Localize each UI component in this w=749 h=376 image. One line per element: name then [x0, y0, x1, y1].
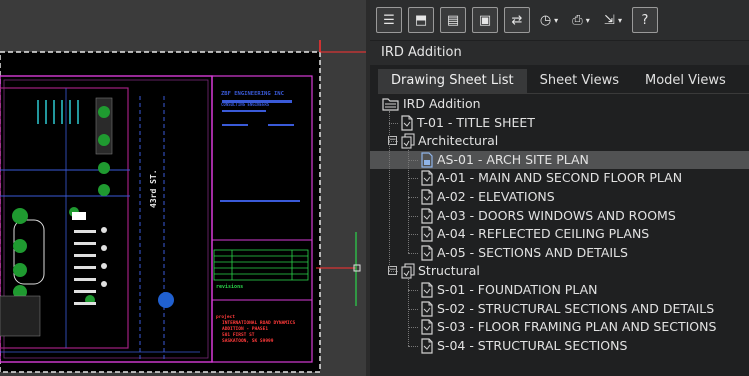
drawing-canvas[interactable]: ZBF ENGINEERING INC CONSULTING ENGINEERS…: [0, 0, 366, 376]
sheet-set-name[interactable]: IRD Addition: [370, 41, 749, 65]
tab-drawing-sheet-list[interactable]: Drawing Sheet List: [378, 69, 527, 93]
tree-item-label: AS-01 - ARCH SITE PLAN: [437, 151, 589, 167]
dropdown-caret-icon: ▾: [617, 15, 622, 25]
tree-sheet-row[interactable]: S-02 - STRUCTURAL SECTIONS AND DETAILS: [370, 300, 749, 318]
tree-item-label: T-01 - TITLE SHEET: [417, 114, 535, 130]
tree-root-row[interactable]: IRD Addition: [370, 95, 749, 113]
tree-connector: [408, 234, 418, 236]
sheet-layout-icon: ▤: [446, 12, 460, 28]
tab-sheet-views[interactable]: Sheet Views: [527, 69, 632, 93]
tree-connector: [408, 308, 418, 310]
tab-model-views[interactable]: Model Views: [632, 69, 739, 93]
tree-sheet-row[interactable]: S-03 - FLOOR FRAMING PLAN AND SECTIONS: [370, 318, 749, 336]
tree-connector: [408, 278, 409, 346]
tree-item-label: S-02 - STRUCTURAL SECTIONS AND DETAILS: [437, 300, 715, 316]
preview-sheet-button[interactable]: ▣: [472, 7, 498, 33]
revisions-label: revisions: [216, 284, 243, 290]
tree-connector: [408, 159, 418, 161]
tree-item-label: S-01 - FOUNDATION PLAN: [437, 282, 598, 297]
publish-button[interactable]: ⇲ ▾: [600, 7, 626, 33]
site-plan-drawing: ZBF ENGINEERING INC CONSULTING ENGINEERS…: [0, 0, 366, 376]
open-folder-button[interactable]: ⬒: [408, 7, 434, 33]
tree-item-label: S-04 - STRUCTURAL SECTIONS: [437, 337, 628, 353]
tree-sheet-row[interactable]: A-05 - SECTIONS AND DETAILS: [370, 244, 749, 262]
tree-connector: [389, 271, 398, 273]
new-sheet-button[interactable]: ☰: [376, 7, 402, 33]
project-line: ADDITION - PHASE1: [222, 326, 268, 332]
tree-group-row[interactable]: − Architectural: [370, 132, 749, 150]
refresh-button[interactable]: ⇄: [504, 7, 530, 33]
tree-sheet-row[interactable]: AS-01 - ARCH SITE PLAN: [370, 150, 749, 169]
tree-item-label: IRD Addition: [403, 96, 481, 111]
sheet-set-manager-panel: ☰ ⬒ ▤ ▣ ⇄ ◷ ▾ ⎙ ▾ ⇲ ▾? IRD Addition Drawing Sheet …: [370, 0, 749, 376]
project-line: 501 FIRST ST: [222, 332, 255, 338]
open-folder-icon: ⬒: [414, 12, 428, 28]
tree-sheet-row[interactable]: S-01 - FOUNDATION PLAN: [370, 281, 749, 299]
dropdown-caret-icon: ▾: [585, 15, 590, 25]
tree-connector: [408, 215, 418, 217]
tree-item-label: A-02 - ELEVATIONS: [437, 189, 555, 204]
preview-sheet-icon: ▣: [478, 12, 492, 28]
tree-item-label: A-04 - REFLECTED CEILING PLANS: [437, 226, 650, 242]
project-line: SASKATOON, SK S9999: [222, 338, 274, 344]
tree-sheet-row[interactable]: T-01 - TITLE SHEET: [370, 114, 749, 132]
publish-icon: ⇲: [604, 12, 615, 28]
company-name-text: ZBF ENGINEERING INC: [221, 91, 284, 97]
help-icon: ?: [641, 12, 649, 28]
tree-sheet-row[interactable]: S-04 - STRUCTURAL SECTIONS: [370, 337, 749, 355]
help-button[interactable]: ?: [632, 7, 658, 33]
tree-sheet-row[interactable]: A-04 - REFLECTED CEILING PLANS: [370, 225, 749, 243]
tree-item-label: A-03 - DOORS WINDOWS AND ROOMS: [437, 207, 676, 223]
refresh-icon: ⇄: [511, 12, 523, 28]
plot-icon: ⎙: [572, 12, 583, 28]
new-sheet-icon: ☰: [383, 12, 395, 28]
tree-connector: [408, 148, 409, 253]
tree-connector: [408, 197, 418, 198]
panel-tabs: Drawing Sheet List Sheet Views Model Views: [378, 69, 739, 93]
project-line: INTERNATIONAL ROAD DYNAMICS: [222, 320, 295, 326]
plot-button[interactable]: ⎙ ▾: [568, 7, 594, 33]
clock-button[interactable]: ◷ ▾: [536, 7, 562, 33]
tree-connector: [408, 178, 418, 180]
sheet-icon: [420, 338, 434, 359]
tree-sheet-row[interactable]: A-01 - MAIN AND SECOND FLOOR PLAN: [370, 169, 749, 187]
dropdown-caret-icon: ▾: [554, 15, 559, 25]
tree-item-label: Structural: [418, 263, 480, 279]
tree-sheet-row[interactable]: A-03 - DOORS WINDOWS AND ROOMS: [370, 207, 749, 225]
tree-connector: [389, 111, 390, 272]
project-label: project: [216, 313, 235, 320]
tree-connector: [408, 252, 418, 254]
tree-item-label: A-05 - SECTIONS AND DETAILS: [437, 244, 628, 260]
tree-item-label: A-01 - MAIN AND SECOND FLOOR PLAN: [437, 170, 683, 186]
tree-connector: [408, 290, 418, 291]
sheet-set-toolbar: ☰ ⬒ ▤ ▣ ⇄ ◷ ▾ ⎙ ▾ ⇲ ▾?: [370, 0, 749, 40]
tree-sheet-row[interactable]: A-02 - ELEVATIONS: [370, 188, 749, 206]
tree-item-label: Architectural: [418, 133, 499, 149]
sheet-layout-button[interactable]: ▤: [440, 7, 466, 33]
tree-item-label: S-03 - FLOOR FRAMING PLAN AND SECTIONS: [437, 319, 717, 335]
tree-connector: [408, 327, 418, 329]
street-label: 43rd ST.: [149, 169, 158, 208]
tree-connector: [408, 345, 418, 347]
tree-connector: [389, 141, 398, 143]
company-subtitle-text: CONSULTING ENGINEERS: [221, 102, 270, 107]
tree-connector: [389, 122, 398, 124]
clock-icon: ◷: [539, 12, 552, 28]
tab-divider: [378, 93, 749, 94]
tree-group-row[interactable]: − Structural: [370, 262, 749, 280]
